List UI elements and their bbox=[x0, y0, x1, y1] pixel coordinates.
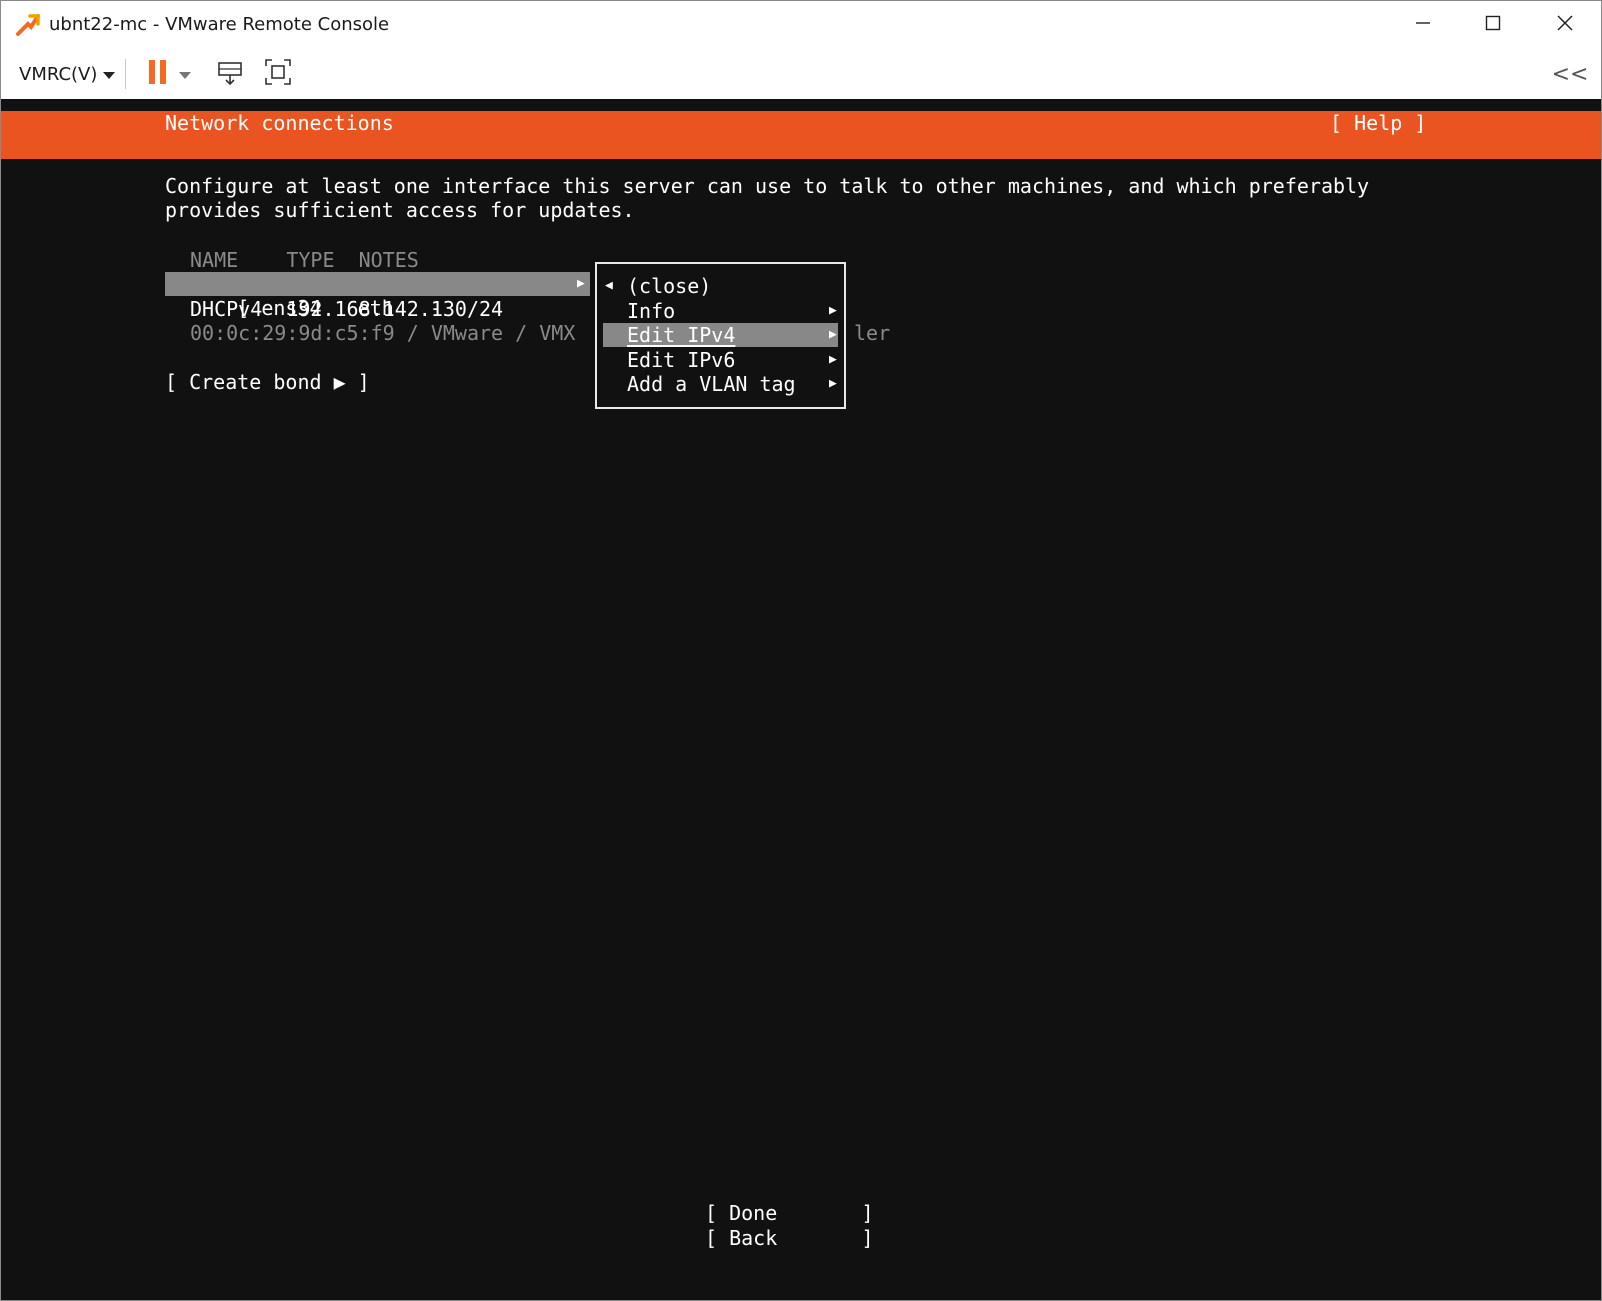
triangle-right-icon: ▶ bbox=[829, 327, 837, 342]
menu-item-edit-ipv6[interactable]: Edit IPv6 ▶ bbox=[597, 348, 844, 372]
create-bond-button[interactable]: [ Create bond ▶ ] bbox=[165, 370, 370, 394]
description-line-1: Configure at least one interface this se… bbox=[165, 174, 1370, 198]
toolbar: VMRC(V) << bbox=[1, 49, 1601, 100]
maximize-button[interactable] bbox=[1463, 1, 1523, 49]
window-title: ubnt22-mc - VMware Remote Console bbox=[49, 14, 390, 35]
vm-console[interactable]: Network connections [ Help ] Configure a… bbox=[1, 99, 1601, 1300]
toolbar-separator bbox=[125, 59, 126, 89]
help-button[interactable]: [ Help ] bbox=[1330, 111, 1426, 135]
collapse-toolbar-button[interactable]: << bbox=[1552, 57, 1589, 91]
power-options-dropdown[interactable] bbox=[173, 57, 197, 91]
pause-button[interactable] bbox=[141, 57, 175, 91]
triangle-right-icon: ▶ bbox=[829, 376, 837, 391]
vmrc-window: ubnt22-mc - VMware Remote Console VMRC(V… bbox=[0, 0, 1602, 1301]
interface-context-menu: ◀ (close) Info ▶ Edit IPv4 ▶ Edit IPv6 ▶… bbox=[595, 262, 846, 409]
menu-item-label: Info bbox=[627, 299, 676, 323]
minimize-icon bbox=[1415, 15, 1431, 35]
description-line-2: provides sufficient access for updates. bbox=[165, 198, 635, 222]
maximize-icon bbox=[1485, 15, 1501, 35]
mac-info-overflow: ler bbox=[854, 321, 891, 345]
menu-item-add-vlan-tag[interactable]: Add a VLAN tag ▶ bbox=[597, 372, 844, 396]
table-header: NAME TYPE NOTES bbox=[190, 248, 419, 272]
vmrc-app-icon bbox=[15, 12, 41, 38]
send-ctrl-alt-del-button[interactable] bbox=[213, 57, 247, 91]
vmrc-menu-label: VMRC(V) bbox=[19, 63, 98, 85]
fullscreen-button[interactable] bbox=[261, 57, 295, 91]
close-window-button[interactable] bbox=[1535, 1, 1595, 49]
fullscreen-icon bbox=[264, 58, 292, 90]
triangle-right-icon: ▶ bbox=[829, 352, 837, 367]
keyboard-send-icon bbox=[216, 58, 244, 90]
chevron-down-icon bbox=[179, 65, 191, 84]
page-title: Network connections bbox=[165, 111, 394, 135]
interface-row-ens34[interactable]: [ ens34 eth - ▶ bbox=[165, 272, 590, 320]
triangle-right-icon: ▶ bbox=[577, 276, 585, 291]
menu-item-label: Add a VLAN tag bbox=[627, 372, 796, 396]
dhcp-info: DHCPv4 192.168.142.130/24 bbox=[190, 297, 504, 321]
pause-icon bbox=[148, 59, 168, 89]
menu-item-label: Edit IPv6 bbox=[627, 348, 736, 372]
done-button[interactable]: [ Done ] bbox=[705, 1201, 874, 1225]
triangle-left-icon: ◀ bbox=[605, 278, 613, 293]
menu-item-edit-ipv4[interactable]: Edit IPv4 ▶ bbox=[603, 323, 838, 347]
back-button[interactable]: [ Back ] bbox=[705, 1226, 874, 1250]
chevron-down-icon bbox=[103, 64, 116, 85]
vmrc-menu-button[interactable]: VMRC(V) bbox=[11, 57, 123, 91]
title-bar: ubnt22-mc - VMware Remote Console bbox=[1, 1, 1601, 49]
triangle-right-icon: ▶ bbox=[829, 303, 837, 318]
menu-item-label: Edit IPv4 bbox=[627, 323, 736, 347]
menu-item-label: (close) bbox=[627, 274, 712, 298]
minimize-button[interactable] bbox=[1393, 1, 1453, 49]
mac-info: 00:0c:29:9d:c5:f9 / VMware / VMX bbox=[190, 321, 576, 345]
menu-item-info[interactable]: Info ▶ bbox=[597, 299, 844, 323]
close-icon bbox=[1556, 14, 1574, 36]
menu-item-close[interactable]: ◀ (close) bbox=[597, 274, 844, 298]
